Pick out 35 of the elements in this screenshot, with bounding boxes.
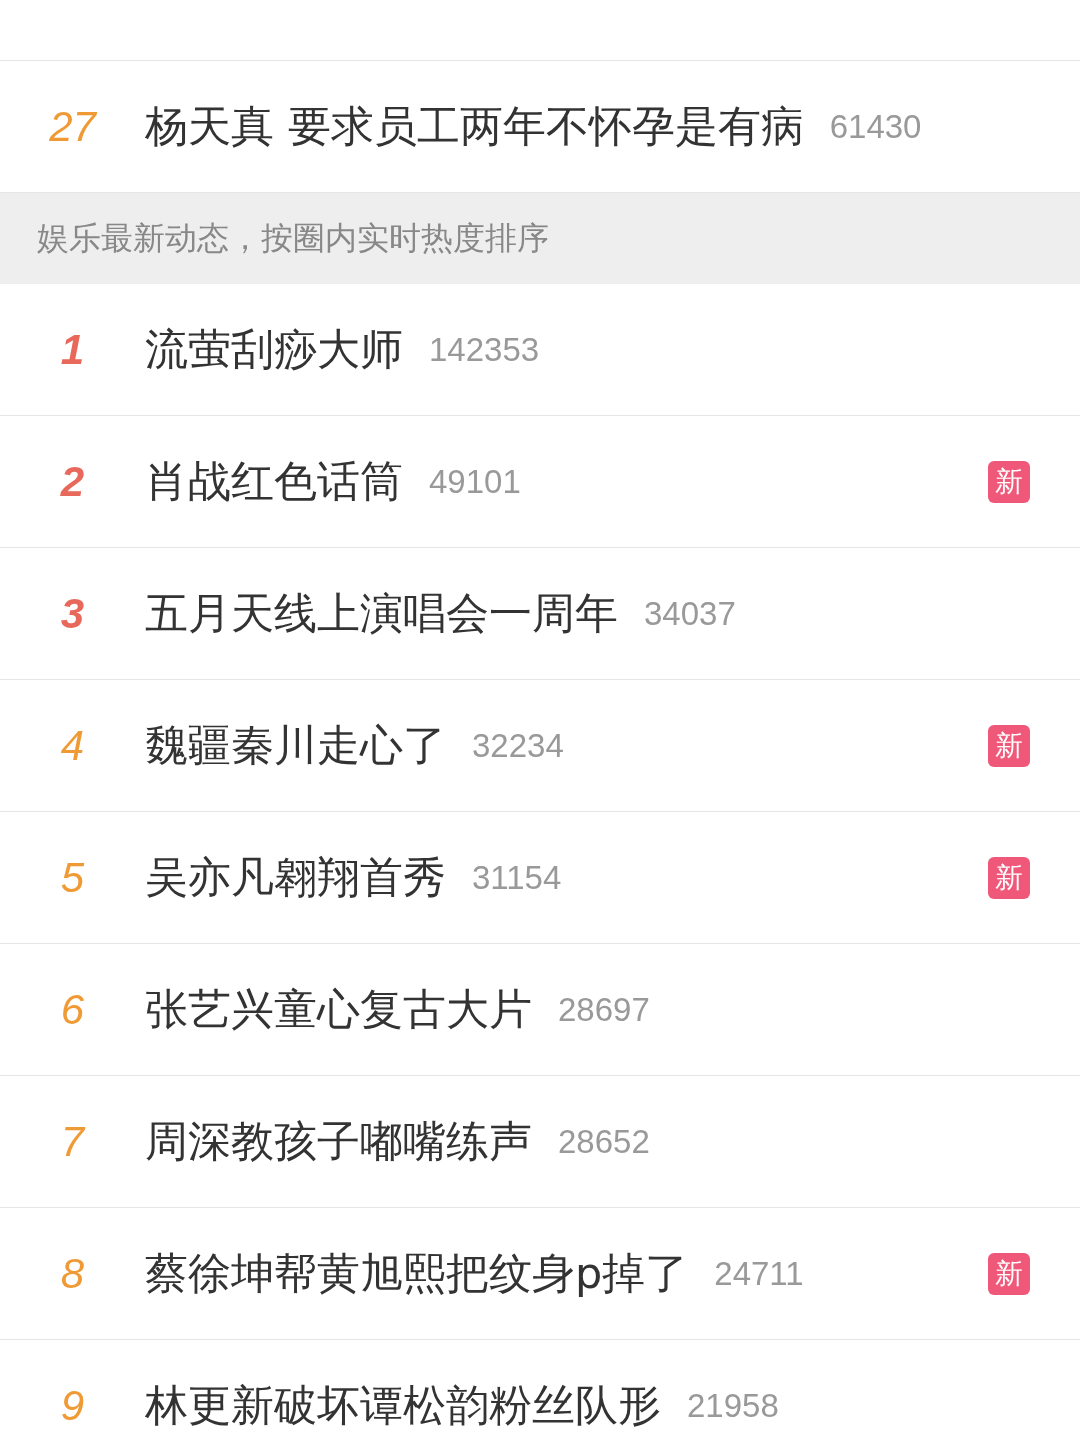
topic-title[interactable]: 吴亦凡翱翔首秀 bbox=[145, 848, 446, 907]
heat-count: 142353 bbox=[429, 330, 540, 369]
topic-title[interactable]: 杨天真 要求员工两年不怀孕是有病 bbox=[145, 97, 804, 156]
heat-count: 28652 bbox=[558, 1122, 650, 1161]
rank-number: 8 bbox=[59, 1249, 86, 1298]
topic-title[interactable]: 魏疆秦川走心了 bbox=[145, 716, 446, 775]
rank-number: 6 bbox=[59, 985, 86, 1034]
topic-title[interactable]: 五月天线上演唱会一周年 bbox=[145, 584, 618, 643]
section-caption: 娱乐最新动态，按圈内实时热度排序 bbox=[37, 217, 549, 259]
heat-count: 32234 bbox=[472, 726, 564, 765]
new-tag: 新 bbox=[988, 1252, 1030, 1295]
rank-number: 7 bbox=[59, 1117, 87, 1166]
heat-count: 61430 bbox=[829, 107, 922, 146]
heat-count: 34037 bbox=[644, 594, 736, 633]
heat-count: 31154 bbox=[472, 858, 562, 897]
rank-number: 3 bbox=[59, 589, 86, 638]
topic-title[interactable]: 周深教孩子嘟嘴练声 bbox=[145, 1112, 532, 1171]
heat-count: 28697 bbox=[558, 990, 650, 1029]
topic-title[interactable]: 流萤刮痧大师 bbox=[145, 320, 403, 379]
topic-title[interactable]: 林更新破坏谭松韵粉丝队形 bbox=[145, 1376, 661, 1435]
new-tag: 新 bbox=[988, 724, 1030, 767]
new-tag: 新 bbox=[988, 856, 1030, 899]
rank-number: 1 bbox=[59, 325, 86, 374]
rank-number: 9 bbox=[59, 1381, 86, 1430]
topic-title[interactable]: 张艺兴童心复古大片 bbox=[145, 980, 532, 1039]
heat-count: 49101 bbox=[429, 462, 521, 501]
rank-number: 27 bbox=[48, 102, 98, 151]
heat-count: 24711 bbox=[714, 1254, 804, 1293]
heat-count: 21958 bbox=[687, 1386, 779, 1425]
rank-number: 2 bbox=[59, 457, 86, 506]
rank-number: 5 bbox=[59, 853, 86, 902]
topic-title[interactable]: 肖战红色话筒 bbox=[145, 452, 403, 511]
topic-title[interactable]: 蔡徐坤帮黄旭熙把纹身p掉了 bbox=[145, 1244, 689, 1303]
new-tag: 新 bbox=[988, 460, 1030, 503]
rank-number: 4 bbox=[59, 721, 86, 770]
